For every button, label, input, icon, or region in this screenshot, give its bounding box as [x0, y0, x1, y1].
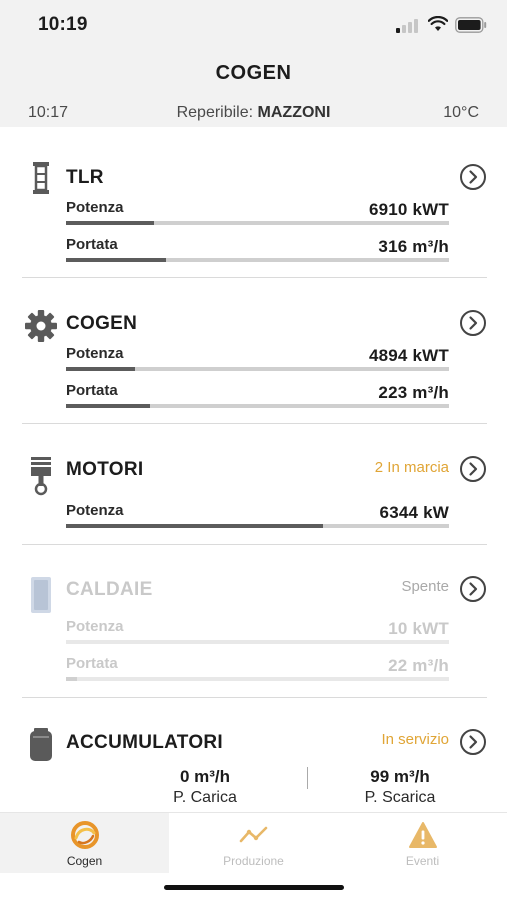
progress-fill [66, 404, 151, 408]
metric-label: Potenza [66, 345, 124, 362]
wifi-icon [428, 16, 448, 31]
divider [22, 423, 487, 424]
tab-label: Cogen [66, 854, 103, 868]
tank-icon [30, 728, 52, 761]
battery-icon [455, 17, 487, 33]
status-text: In servizio [381, 731, 449, 748]
progress-track [66, 677, 449, 681]
carica-label: P. Carica [173, 789, 237, 806]
scarica-value: 99 m³/h [370, 767, 430, 786]
progress-fill [66, 221, 155, 225]
tab-eventi[interactable]: Eventi [338, 813, 507, 873]
reperibile-name: MAZZONI [257, 104, 331, 121]
scarica-label: P. Scarica [364, 789, 436, 806]
progress-fill [66, 524, 323, 528]
metric-label: Portata [66, 236, 118, 253]
reperibile-label: Reperibile: [176, 104, 254, 121]
metric-potenza: Potenza 10 kWT [66, 618, 449, 648]
chevron-right-icon[interactable] [459, 575, 487, 603]
tab-label: Produzione [223, 854, 284, 868]
page-title: COGEN [215, 62, 292, 84]
section-title: COGEN [66, 313, 138, 334]
carica-block: 0 m³/h P. Carica [125, 767, 285, 807]
progress-fill [66, 677, 78, 681]
cogen-logo-icon [71, 821, 99, 849]
cellular-signal-icon [396, 19, 420, 33]
status-time: 10:19 [38, 14, 88, 35]
progress-track [66, 524, 449, 528]
metric-label: Portata [66, 382, 118, 399]
metric-value: 10 kWT [388, 619, 449, 638]
metric-label: Potenza [66, 618, 124, 635]
progress-track [66, 404, 449, 408]
tab-produzione[interactable]: Produzione [169, 813, 338, 873]
tlr-icon [33, 162, 49, 194]
divider [22, 697, 487, 698]
progress-fill [66, 367, 135, 371]
tab-bar: Cogen Produzione Eventi [0, 812, 507, 873]
status-text: Spente [401, 578, 449, 595]
status-bar: 10:19 [0, 0, 507, 50]
metric-potenza: Potenza 6910 kWT [66, 199, 449, 229]
metric-label: Potenza [66, 199, 124, 216]
home-indicator [164, 885, 344, 890]
progress-track [66, 258, 449, 262]
metric-portata: Portata 22 m³/h [66, 655, 449, 685]
metric-potenza: Potenza 6344 kW [66, 502, 449, 532]
metric-label: Portata [66, 655, 118, 672]
gear-icon [25, 310, 57, 342]
temperature: 10°C [443, 104, 479, 121]
section-title: ACCUMULATORI [66, 732, 223, 753]
status-text: 2 In marcia [374, 459, 449, 476]
metric-potenza: Potenza 4894 kWT [66, 345, 449, 375]
reperibile-info: Reperibile: MAZZONI [0, 104, 507, 122]
chevron-right-icon[interactable] [459, 163, 487, 191]
metric-value: 223 m³/h [378, 383, 449, 402]
metric-portata: Portata 316 m³/h [66, 236, 449, 266]
section-motori[interactable]: MOTORI 2 In marcia Potenza 6344 kW [22, 452, 487, 532]
progress-fill [66, 258, 166, 262]
tab-label: Eventi [405, 854, 440, 868]
progress-track [66, 367, 449, 371]
value-divider [307, 767, 308, 789]
chevron-right-icon[interactable] [459, 455, 487, 483]
carica-value: 0 m³/h [179, 767, 231, 786]
metric-value: 22 m³/h [388, 656, 449, 675]
section-title: TLR [66, 167, 104, 188]
metric-value: 6344 kW [379, 503, 449, 522]
section-tlr[interactable]: TLR Potenza 6910 kWT Portata 316 m³/h [22, 160, 487, 270]
metric-value: 4894 kWT [368, 346, 449, 365]
section-cogen[interactable]: COGEN Potenza 4894 kWT Portata 223 m³/h [22, 306, 487, 416]
piston-icon [31, 457, 51, 496]
tab-cogen[interactable]: Cogen [0, 813, 169, 873]
metric-value: 6910 kWT [368, 200, 449, 219]
top-header-area: 10:19 COGEN 10:17 Reperibile: MAZZONI 10… [0, 0, 507, 127]
divider [22, 277, 487, 278]
scarica-block: 99 m³/h P. Scarica [320, 767, 480, 807]
section-title: MOTORI [66, 459, 144, 480]
progress-track [66, 640, 449, 644]
chevron-right-icon[interactable] [459, 728, 487, 756]
section-caldaie[interactable]: CALDAIE Spente Potenza 10 kWT Portata 22… [22, 572, 487, 682]
metric-value: 316 m³/h [378, 237, 449, 256]
progress-track [66, 221, 449, 225]
divider [22, 544, 487, 545]
chevron-right-icon[interactable] [459, 309, 487, 337]
section-title: CALDAIE [66, 579, 153, 600]
chart-line-icon [239, 826, 268, 843]
metric-label: Potenza [66, 502, 124, 519]
metric-portata: Portata 223 m³/h [66, 382, 449, 412]
boiler-icon [31, 577, 51, 613]
warning-icon [409, 822, 437, 848]
